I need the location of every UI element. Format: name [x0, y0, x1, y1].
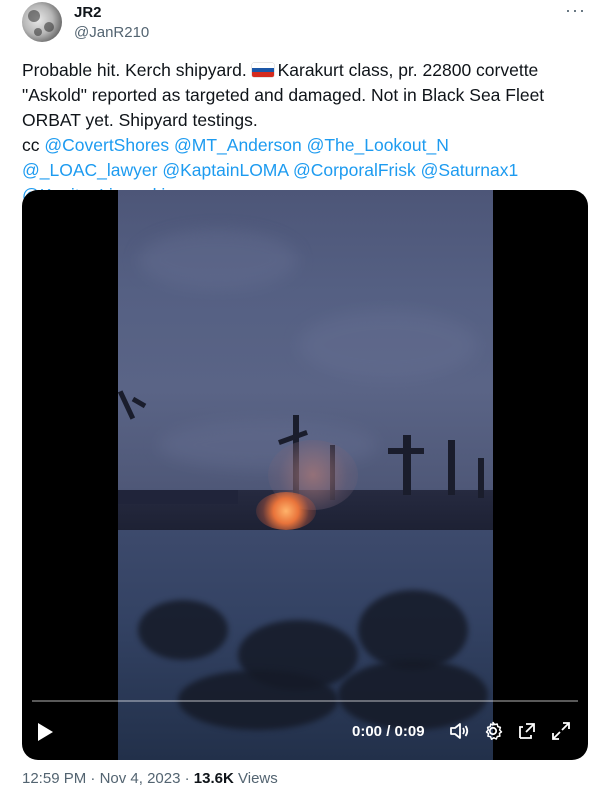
tweet-text: Probable hit. Kerch shipyard. Karakurt c…	[22, 58, 582, 208]
mention-link[interactable]: @CovertShores	[44, 135, 169, 155]
avatar[interactable]	[22, 2, 62, 42]
mention-link[interactable]: @MT_Anderson	[174, 135, 302, 155]
russia-flag-icon	[251, 63, 274, 77]
tweet-card: JR2 @JanR210 ··· Probable hit. Kerch shi…	[0, 0, 594, 800]
fullscreen-icon[interactable]	[550, 720, 572, 742]
author-display-name[interactable]: JR2	[74, 4, 102, 22]
mention-link[interactable]: @The_Lookout_N	[307, 135, 449, 155]
settings-icon[interactable]	[482, 720, 504, 742]
video-player[interactable]: 0:00 / 0:09	[22, 190, 588, 760]
meta-separator: ·	[90, 770, 96, 787]
tweet-text-line-3: ORBAT yet. Shipyard testings.	[22, 110, 258, 130]
mention-link[interactable]: @_LOAC_lawyer	[22, 160, 157, 180]
cc-prefix: cc	[22, 135, 40, 155]
tweet-text-line-1: Probable hit. Kerch shipyard. Karakurt c…	[22, 58, 582, 83]
video-frame[interactable]	[118, 190, 493, 760]
mention-link[interactable]: @Saturnax1	[421, 160, 519, 180]
video-time: 0:00 / 0:09	[352, 723, 425, 740]
views-label: Views	[238, 770, 278, 787]
video-controls: 0:00 / 0:09	[22, 710, 588, 754]
tweet-time[interactable]: 12:59 PM	[22, 770, 86, 787]
author-handle[interactable]: @JanR210	[74, 24, 149, 42]
explosion	[256, 492, 316, 530]
tweet-text-segment: Karakurt class, pr. 22800 corvette	[277, 60, 539, 80]
mention-link[interactable]: @CorporalFrisk	[293, 160, 416, 180]
picture-in-picture-icon[interactable]	[516, 720, 538, 742]
mention-link[interactable]: @KaptainLOMA	[162, 160, 288, 180]
video-progress-bar[interactable]	[32, 700, 578, 702]
tweet-text-line-2: "Askold" reported as targeted and damage…	[22, 85, 545, 105]
tweet-meta: 12:59 PM · Nov 4, 2023 · 13.6K Views	[22, 770, 278, 788]
tweet-text-segment: Probable hit. Kerch shipyard.	[22, 60, 247, 80]
views-count: 13.6K	[193, 770, 234, 787]
volume-icon[interactable]	[448, 720, 470, 742]
more-options-icon[interactable]: ···	[565, 1, 586, 19]
play-icon[interactable]	[36, 722, 54, 742]
tweet-date[interactable]: Nov 4, 2023	[100, 770, 181, 787]
meta-separator: ·	[184, 770, 190, 787]
